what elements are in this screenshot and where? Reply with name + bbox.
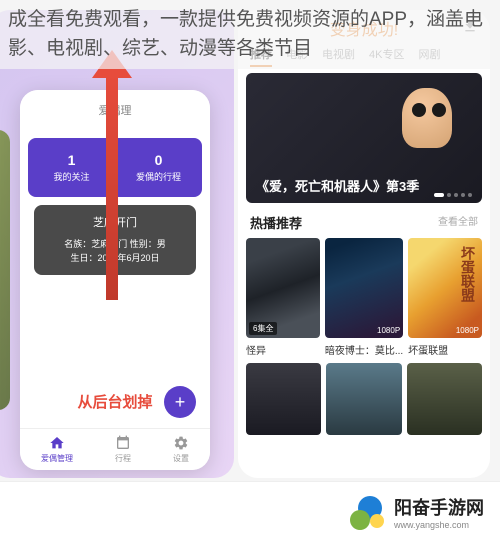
- hero-decoration: [432, 103, 446, 117]
- stat-number: 0: [115, 152, 202, 168]
- brand-name: 阳奋手游网: [394, 494, 484, 520]
- arrow-body: [106, 70, 118, 300]
- poster-title: 暗夜博士：莫比...: [325, 342, 403, 357]
- right-app-screen: 变身成功! 推荐 电影 电视剧 4K专区 网剧 《爱，死亡和机器人》第3季: [238, 10, 490, 478]
- poster-image: 6集全: [246, 238, 320, 338]
- hero-character: [402, 88, 452, 148]
- poster-item[interactable]: [326, 363, 401, 435]
- poster-grid: 6集全 怪异 1080P 暗夜博士：莫比... 坏蛋联盟 1080P 坏蛋联盟: [238, 238, 490, 357]
- section-title: 热播推荐: [250, 213, 302, 232]
- nav-label: 爱偶管理: [41, 453, 73, 464]
- overlay-description: 成全看免费观看，一款提供免费视频资源的APP，涵盖电影、电视剧、综艺、动漫等各类…: [0, 0, 500, 69]
- poster-item[interactable]: 坏蛋联盟 1080P 坏蛋联盟: [408, 238, 482, 357]
- hero-title: 《爱，死亡和机器人》第3季: [256, 176, 419, 195]
- logo-shape: [350, 510, 370, 530]
- dot-indicator[interactable]: [461, 193, 465, 197]
- section-header: 热播推荐 查看全部: [238, 203, 490, 238]
- screens-container: 爱偶理 1 我的关注 0 爱偶的行程 芝麻开门 名族：芝麻开门 性别：男 生日：…: [0, 0, 500, 478]
- gear-icon: [173, 435, 189, 451]
- dot-indicator[interactable]: [468, 193, 472, 197]
- poster-item[interactable]: [246, 363, 321, 435]
- poster-image: 坏蛋联盟 1080P: [408, 238, 482, 338]
- nav-label: 设置: [173, 453, 189, 464]
- bottom-navigation: 爱偶管理 行程 设置: [20, 428, 210, 470]
- stat-label: 爱偶的行程: [115, 170, 202, 183]
- poster-item[interactable]: 6集全 怪异: [246, 238, 320, 357]
- quality-badge: 1080P: [456, 326, 479, 335]
- dot-indicator[interactable]: [454, 193, 458, 197]
- view-all-link[interactable]: 查看全部: [438, 213, 478, 232]
- stat-label: 我的关注: [28, 170, 115, 183]
- stat-follows[interactable]: 1 我的关注: [28, 152, 115, 183]
- dot-indicator[interactable]: [434, 193, 444, 197]
- calendar-icon: [115, 435, 131, 451]
- poster-item[interactable]: 1080P 暗夜博士：莫比...: [325, 238, 403, 357]
- poster-grid-2: [238, 357, 490, 435]
- swipe-instruction: 从后台划掉: [77, 391, 152, 412]
- poster-image: 1080P: [325, 238, 403, 338]
- brand-logo[interactable]: 阳奋手游网 www.yangshe.com: [350, 494, 484, 530]
- instruction-arrow: [106, 70, 118, 300]
- stat-schedule[interactable]: 0 爱偶的行程: [115, 152, 202, 183]
- logo-shape: [370, 514, 384, 528]
- site-footer: 阳奋手游网 www.yangshe.com: [0, 481, 500, 541]
- poster-title: 怪异: [246, 342, 320, 357]
- carousel-dots: [434, 193, 472, 197]
- episode-badge: 6集全: [249, 322, 277, 335]
- home-icon: [49, 435, 65, 451]
- poster-text: 坏蛋联盟: [458, 246, 478, 302]
- dot-indicator[interactable]: [447, 193, 451, 197]
- logo-icon: [350, 494, 386, 530]
- stat-number: 1: [28, 152, 115, 168]
- nav-label: 行程: [115, 453, 131, 464]
- nav-settings[interactable]: 设置: [173, 435, 189, 464]
- hero-decoration: [412, 103, 426, 117]
- hero-banner[interactable]: 《爱，死亡和机器人》第3季: [246, 73, 482, 203]
- add-button[interactable]: +: [164, 386, 196, 418]
- nav-schedule[interactable]: 行程: [115, 435, 131, 464]
- nav-manage[interactable]: 爱偶管理: [41, 435, 73, 464]
- partial-phone-edge: [0, 130, 10, 410]
- poster-title: 坏蛋联盟: [408, 342, 482, 357]
- quality-badge: 1080P: [377, 326, 400, 335]
- left-app-screen: 爱偶理 1 我的关注 0 爱偶的行程 芝麻开门 名族：芝麻开门 性别：男 生日：…: [0, 10, 234, 478]
- brand-url: www.yangshe.com: [394, 520, 484, 530]
- logo-text: 阳奋手游网 www.yangshe.com: [394, 494, 484, 530]
- poster-item[interactable]: [407, 363, 482, 435]
